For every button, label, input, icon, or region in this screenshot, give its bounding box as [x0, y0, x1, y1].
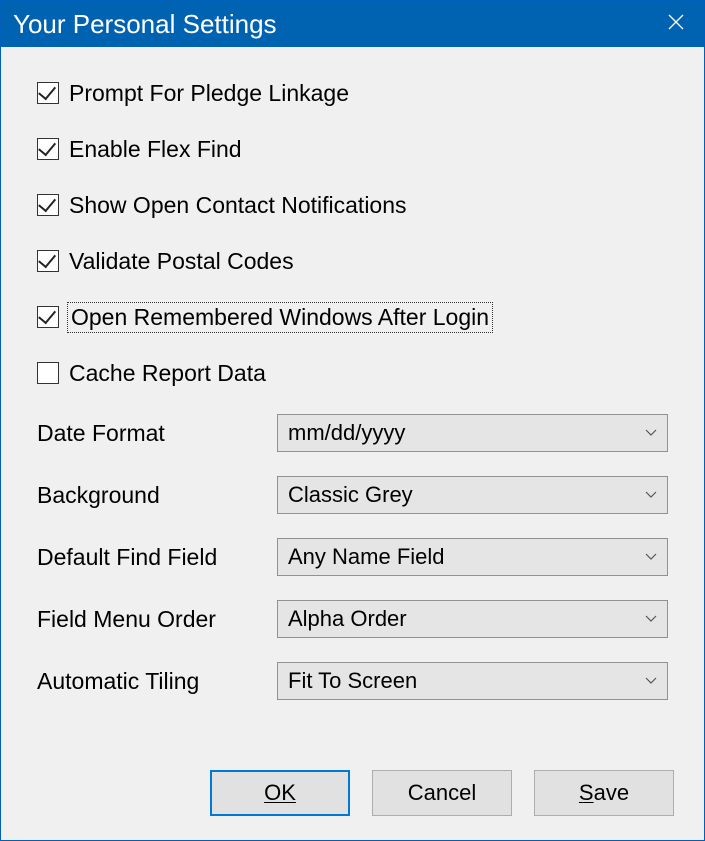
form-row: Date Format mm/dd/yyyy	[37, 413, 668, 453]
form-label: Automatic Tiling	[37, 668, 277, 695]
combo-box[interactable]: Classic Grey	[277, 476, 668, 514]
close-icon	[668, 14, 684, 35]
chevron-down-icon	[645, 551, 657, 563]
combo-value: Fit To Screen	[288, 668, 417, 694]
cancel-button[interactable]: Cancel	[372, 770, 512, 816]
dialog-content: Prompt For Pledge Linkage Enable Flex Fin…	[1, 47, 704, 701]
cancel-button-label: Cancel	[408, 780, 476, 806]
checkbox-label: Enable Flex Find	[69, 136, 242, 163]
chevron-down-icon	[645, 427, 657, 439]
form-row: Automatic Tiling Fit To Screen	[37, 661, 668, 701]
checkbox-label: Prompt For Pledge Linkage	[69, 80, 349, 107]
checkbox-row[interactable]: Cache Report Data	[37, 357, 668, 389]
ok-button-label: OK	[264, 780, 296, 805]
settings-dialog: Your Personal Settings Prompt For Pledge…	[0, 0, 705, 841]
combo-box[interactable]: Fit To Screen	[277, 662, 668, 700]
checkbox-label: Cache Report Data	[69, 360, 266, 387]
titlebar: Your Personal Settings	[1, 1, 704, 47]
checkbox[interactable]	[37, 306, 59, 328]
combo-box[interactable]: mm/dd/yyyy	[277, 414, 668, 452]
checkbox[interactable]	[37, 194, 59, 216]
chevron-down-icon	[645, 489, 657, 501]
combo-box[interactable]: Any Name Field	[277, 538, 668, 576]
form-row: Background Classic Grey	[37, 475, 668, 515]
chevron-down-icon	[645, 613, 657, 625]
checkbox-row[interactable]: Enable Flex Find	[37, 133, 668, 165]
button-row: OK Cancel Save	[210, 770, 674, 816]
form-label: Date Format	[37, 420, 277, 447]
chevron-down-icon	[645, 675, 657, 687]
checkbox-row[interactable]: Validate Postal Codes	[37, 245, 668, 277]
checkbox-label: Show Open Contact Notifications	[69, 192, 407, 219]
close-button[interactable]	[648, 1, 704, 47]
checkbox[interactable]	[37, 362, 59, 384]
checkbox-row[interactable]: Prompt For Pledge Linkage	[37, 77, 668, 109]
form-label: Default Find Field	[37, 544, 277, 571]
form-label: Field Menu Order	[37, 606, 277, 633]
checkbox[interactable]	[37, 138, 59, 160]
form-row: Default Find Field Any Name Field	[37, 537, 668, 577]
form-row: Field Menu Order Alpha Order	[37, 599, 668, 639]
combo-value: Classic Grey	[288, 482, 413, 508]
checkbox-label: Validate Postal Codes	[69, 248, 294, 275]
combo-box[interactable]: Alpha Order	[277, 600, 668, 638]
save-button[interactable]: Save	[534, 770, 674, 816]
combo-value: Any Name Field	[288, 544, 445, 570]
checkbox-label: Open Remembered Windows After Login	[69, 304, 491, 331]
checkbox[interactable]	[37, 82, 59, 104]
checkbox-row[interactable]: Show Open Contact Notifications	[37, 189, 668, 221]
checkbox[interactable]	[37, 250, 59, 272]
combo-value: Alpha Order	[288, 606, 407, 632]
form-label: Background	[37, 482, 277, 509]
ok-button[interactable]: OK	[210, 770, 350, 816]
combo-value: mm/dd/yyyy	[288, 420, 405, 446]
window-title: Your Personal Settings	[13, 9, 277, 40]
checkbox-row[interactable]: Open Remembered Windows After Login	[37, 301, 668, 333]
